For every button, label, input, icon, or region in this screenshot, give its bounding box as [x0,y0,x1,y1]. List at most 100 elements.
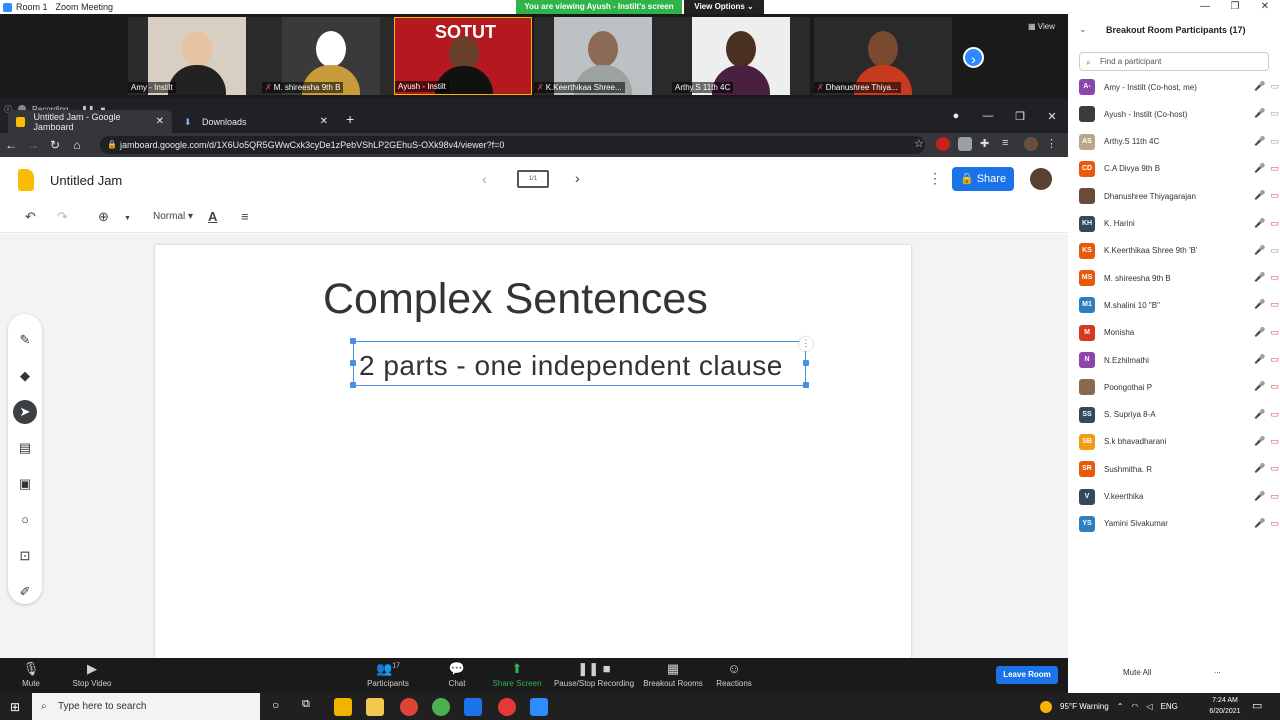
task-view-icon[interactable]: ⧉ [302,698,320,716]
resize-handle[interactable] [803,382,809,388]
text-box-menu-icon[interactable]: ⋮ [799,337,813,351]
participant-row[interactable]: M Monisha 🎤 ▭ [1079,323,1279,343]
mic-icon[interactable]: 🎤 [1254,81,1265,92]
taskbar-search-input[interactable]: ⌕ Type here to search [32,693,260,720]
view-button[interactable]: ▦ View [1028,22,1055,31]
participant-row[interactable]: SR Sushmitha. R 🎤 ▭ [1079,459,1279,479]
media-icon[interactable] [498,698,516,716]
mic-off-icon[interactable]: 🎤 [1254,518,1265,529]
pen-icon[interactable]: ✎ [13,328,37,352]
profile-icon[interactable]: ● [940,110,972,123]
breakout-rooms-button[interactable]: ▦ Breakout Rooms [640,661,706,688]
video-off-icon[interactable]: ▭ [1270,163,1279,174]
participants-button[interactable]: 👥17 Participants [360,661,416,688]
puzzle-icon[interactable]: ✚ [980,137,994,151]
chevron-right-icon[interactable]: › [575,170,580,186]
outlook-icon[interactable] [464,698,482,716]
participant-row[interactable]: Poongothai P 🎤 ▭ [1079,377,1279,397]
video-tile[interactable]: ✗ K.Keerthikaa Shree... [534,17,672,95]
extension-icon[interactable] [958,137,972,151]
video-off-icon[interactable]: ▭ [1270,491,1279,502]
eraser-icon[interactable]: ◆ [13,364,37,388]
menu-kebab-icon[interactable]: ⋮ [1046,137,1060,151]
video-off-icon[interactable]: ▭ [1270,272,1279,283]
font-style-dropdown[interactable]: Normal ▾ [153,211,193,222]
chevron-up-icon[interactable]: ⌃ [1117,702,1124,711]
mic-off-icon[interactable]: 🎤 [1254,491,1265,502]
video-icon[interactable]: ▭ [1270,245,1279,256]
selected-text-box[interactable]: 2 parts - one independent clause [350,338,809,388]
video-off-icon[interactable]: ▭ [1270,218,1279,229]
reload-icon[interactable]: ↻ [44,138,66,152]
video-tile[interactable]: ✗ M. shireesha 9th B [262,17,400,95]
video-tile-active-speaker[interactable]: SOTUT Ayush - Instilt [394,17,532,95]
participant-row[interactable]: AS Arthy.S 11th 4C 🎤 ▭ [1079,132,1279,152]
more-button[interactable]: ... [1214,666,1221,675]
mic-off-icon[interactable]: 🎤 [1254,218,1265,229]
resize-handle[interactable] [350,338,356,344]
video-icon[interactable]: ▭ [1270,136,1279,147]
close-button[interactable]: ✕ [1250,0,1280,14]
participant-row[interactable]: N N.Ezhilmathi 🎤 ▭ [1079,350,1279,370]
select-icon[interactable]: ➤ [13,400,37,424]
language-indicator[interactable]: ENG [1161,702,1178,711]
participant-row[interactable]: SS S. Supriya 8-A 🎤 ▭ [1079,405,1279,425]
profile-avatar[interactable] [1024,137,1038,151]
participant-row[interactable]: M1 M.shalini 10 "B" 🎤 ▭ [1079,295,1279,315]
tab-jamboard[interactable]: Untitled Jam - Google Jamboard ✕ [8,110,172,133]
participant-row[interactable]: MS M. shireesha 9th B 🎤 ▭ [1079,268,1279,288]
text-box-icon[interactable]: ⊡ [13,544,37,568]
volume-icon[interactable]: ◁ [1146,702,1152,711]
mic-off-icon[interactable]: 🎤 [1254,272,1265,283]
frame-bar-toggle[interactable]: 1/1 [517,170,549,188]
forward-icon[interactable]: → [22,138,44,152]
caret-down-icon[interactable]: ▼ [124,215,131,222]
mic-off-icon[interactable]: 🎤 [1254,354,1265,365]
video-off-icon[interactable]: ▭ [1270,463,1279,474]
participant-row[interactable]: SB S.k bhavadharani 🎤 ▭ [1079,432,1279,452]
share-button[interactable]: 🔒 Share [952,167,1014,191]
reactions-button[interactable]: ☺ Reactions [712,661,756,688]
mic-off-icon[interactable]: 🎤 [1254,327,1265,338]
minimize-button[interactable]: — [972,110,1004,123]
participant-row[interactable]: YS Yamini Sivakumar 🎤 ▭ [1079,514,1279,534]
bookmark-star-icon[interactable]: ☆ [914,137,928,151]
video-off-icon[interactable]: ▭ [1270,436,1279,447]
undo-icon[interactable]: ↶ [25,209,36,225]
close-button[interactable]: ✕ [1036,110,1068,123]
video-off-icon[interactable]: ▭ [1270,409,1279,420]
participant-row[interactable]: V V.keerthika 🎤 ▭ [1079,487,1279,507]
maximize-button[interactable]: ❐ [1220,0,1250,14]
participant-row[interactable]: Dhanushree Thiyagarajan 🎤 ▭ [1079,186,1279,206]
extension-icon[interactable] [936,137,950,151]
store-icon[interactable] [334,698,352,716]
home-icon[interactable]: ⌂ [66,138,88,152]
cortana-icon[interactable]: ○ [272,698,290,716]
new-tab-button[interactable]: + [346,111,354,127]
mic-off-icon[interactable]: 🎤 [1254,409,1265,420]
minimize-button[interactable]: — [1190,0,1220,14]
video-icon[interactable]: ▭ [1270,108,1279,119]
video-off-icon[interactable]: ▭ [1270,381,1279,392]
mic-off-icon[interactable]: 🎤 [1254,299,1265,310]
weather-text[interactable]: 95°F Warning [1060,702,1109,711]
search-input[interactable]: ⌕ Find a participant [1079,52,1269,71]
tab-downloads[interactable]: ⬇ Downloads ✕ [176,110,336,133]
close-tab-icon[interactable]: ✕ [156,116,164,127]
jam-frame[interactable]: Complex Sentences 2 parts - one independ… [155,245,911,658]
mic-off-icon[interactable]: 🎤 [1254,245,1265,256]
participant-row[interactable]: KS K.Keerthikaa Shree 9th 'B' 🎤 ▭ [1079,241,1279,261]
maximize-button[interactable]: ❐ [1004,110,1036,123]
image-icon[interactable]: ▣ [13,472,37,496]
video-off-icon[interactable]: ▭ [1270,327,1279,338]
text-color-icon[interactable]: A [208,209,217,224]
avatar[interactable] [1030,168,1052,190]
video-off-icon[interactable]: ▭ [1270,354,1279,365]
queue-icon[interactable]: ≡ [1002,137,1016,151]
mute-all-button[interactable]: Mute All [1123,668,1151,677]
next-page-arrow-icon[interactable]: › [963,47,984,68]
pause-stop-recording-button[interactable]: ❚❚ ■ Pause/Stop Recording [552,661,636,688]
chevron-left-icon[interactable]: ‹ [482,171,487,187]
redo-icon[interactable]: ↷ [57,209,68,225]
leave-room-button[interactable]: Leave Room [996,666,1058,684]
